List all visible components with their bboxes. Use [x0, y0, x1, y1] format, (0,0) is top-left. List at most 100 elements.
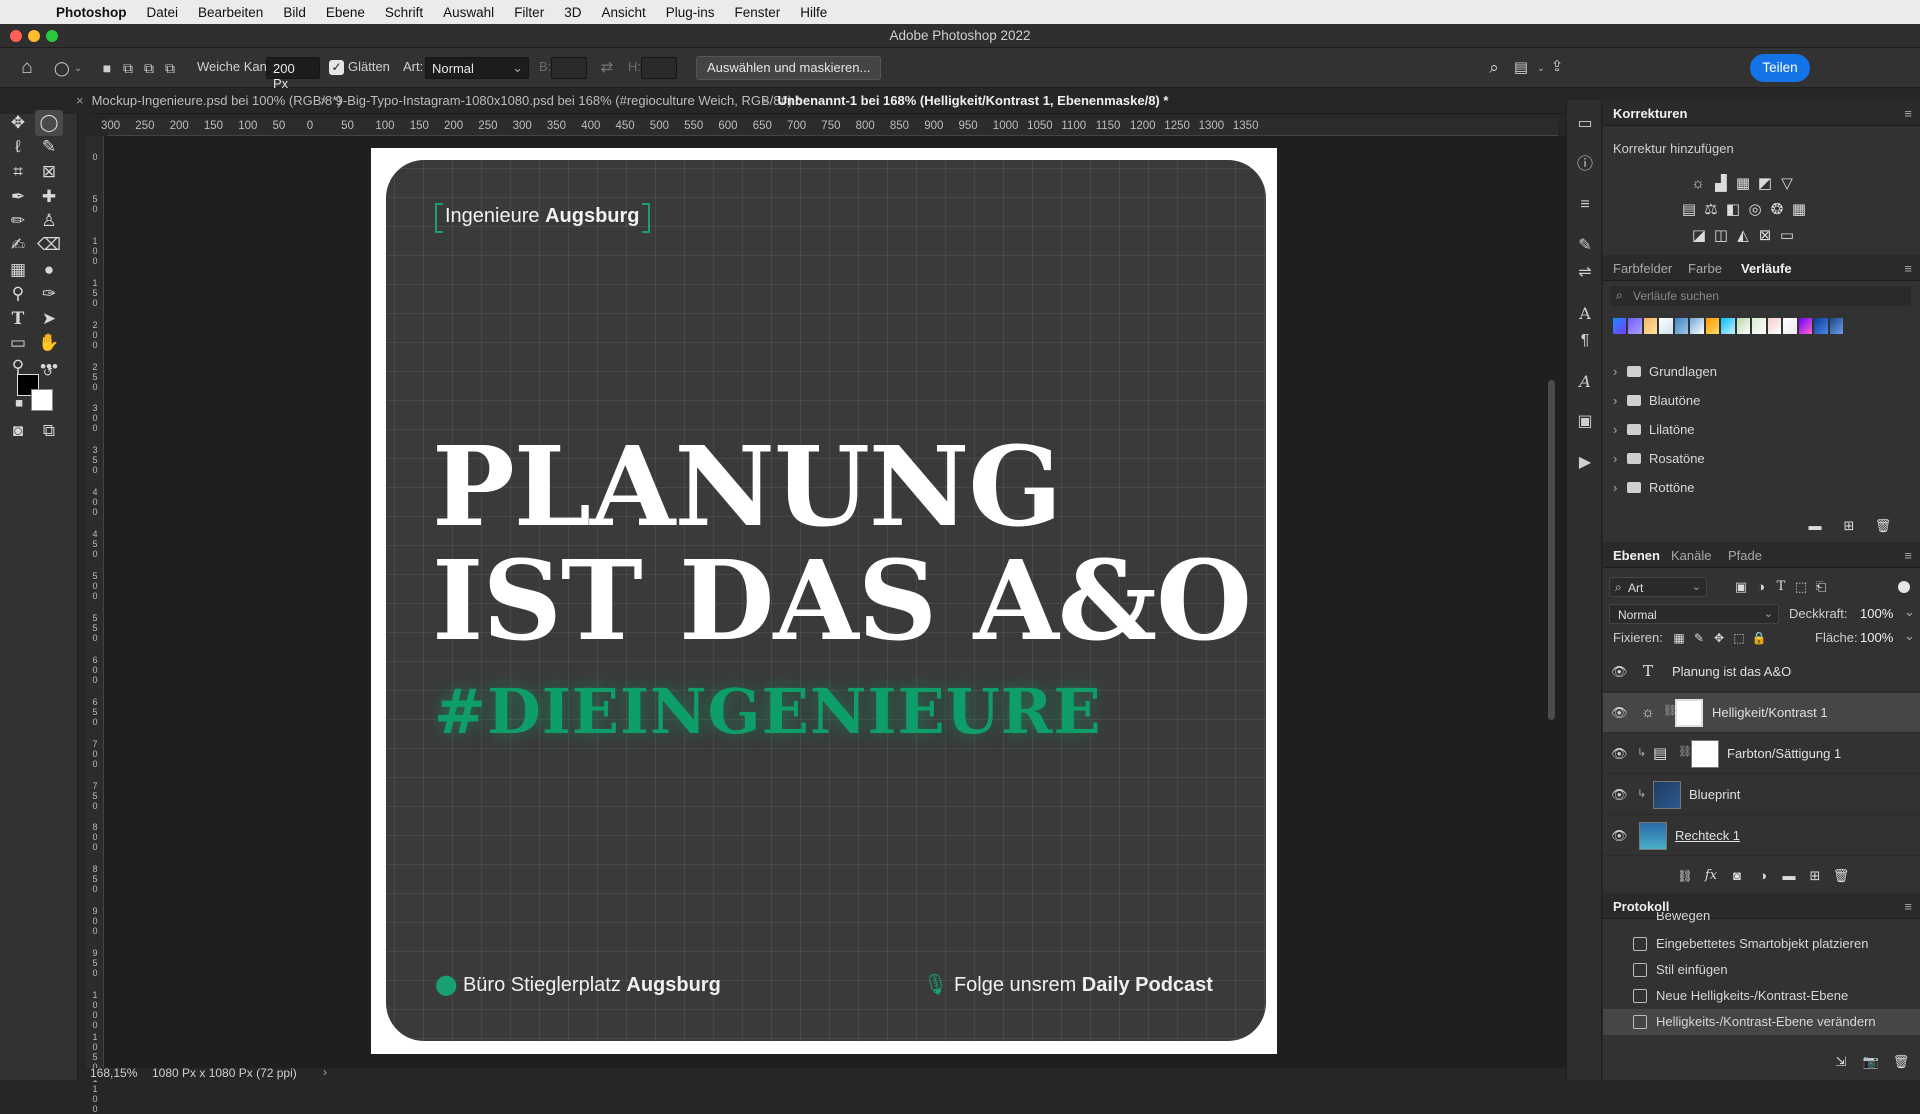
gradient-search-input[interactable]: ⌕ Verläufe suchen	[1611, 286, 1911, 306]
corrections-title[interactable]: Korrekturen	[1613, 106, 1687, 121]
layer-filter-select[interactable]: ⌕ Art ⌄	[1609, 577, 1707, 597]
menu-ebene[interactable]: Ebene	[316, 5, 375, 20]
delete-state-icon[interactable]: 🗑	[1891, 1052, 1911, 1072]
visibility-eye-icon[interactable]: 👁	[1611, 746, 1628, 762]
channel-mixer-icon[interactable]: ❂	[1767, 200, 1787, 220]
pen-tool-icon[interactable]: ✑	[35, 281, 63, 307]
menu-auswahl[interactable]: Auswahl	[433, 5, 504, 20]
curves-icon[interactable]: ▦	[1733, 174, 1753, 194]
invert-icon[interactable]: ◪	[1689, 226, 1709, 246]
comments-icon[interactable]: ▭	[1573, 112, 1597, 136]
fill-value[interactable]: 100%	[1860, 630, 1893, 645]
close-icon[interactable]: ×	[762, 93, 770, 108]
gradient-map-icon[interactable]: ▭	[1777, 226, 1797, 246]
visibility-eye-icon[interactable]: 👁	[1611, 705, 1628, 721]
opacity-value[interactable]: 100%	[1860, 606, 1893, 621]
libraries-icon[interactable]: ▣	[1573, 410, 1597, 434]
gradient-folder-rosatoene[interactable]: › Rosatöne	[1603, 445, 1920, 473]
exposure-icon[interactable]: ◩	[1755, 174, 1775, 194]
photo-filter-icon[interactable]: ◎	[1745, 200, 1765, 220]
search-icon[interactable]: ⌕	[1484, 58, 1504, 78]
frame-tool-icon[interactable]: ⊠	[35, 159, 63, 185]
gradient-folder-blautoene[interactable]: › Blautöne	[1603, 387, 1920, 415]
posterize-icon[interactable]: ◫	[1711, 226, 1731, 246]
zoom-level[interactable]: 168,15%	[90, 1066, 137, 1080]
vibrance-icon[interactable]: ▽	[1777, 174, 1797, 194]
workspace-icon[interactable]: ▤	[1511, 58, 1531, 78]
paragraph-icon[interactable]: ¶	[1573, 329, 1597, 353]
filter-pixel-icon[interactable]: ▣	[1731, 577, 1751, 597]
vertical-ruler[interactable]: 0 50 100 150 200 250 300 350 400 450 500 550 600 650 7…	[86, 136, 104, 1114]
horizontal-ruler[interactable]: 300 250 200 150 100 50 0 50 100 150 200 250 300 350 40…	[101, 118, 1558, 136]
levels-icon[interactable]: ▟	[1711, 174, 1731, 194]
shape-layer-thumbnail[interactable]	[1639, 822, 1667, 850]
style-select[interactable]: Normal ⌄	[425, 57, 529, 79]
black-white-icon[interactable]: ◧	[1723, 200, 1743, 220]
panel-menu-icon[interactable]: ≡	[1904, 106, 1912, 121]
history-item[interactable]: Bewegen	[1603, 912, 1920, 928]
new-adjustment-layer-icon[interactable]: ◑	[1753, 866, 1773, 886]
tab-ebenen[interactable]: Ebenen	[1613, 548, 1660, 563]
tab-mockup-ingenieure[interactable]: × Mockup-Ingenieure.psd bei 100% (RGB/8*)	[76, 88, 342, 114]
layer-row-rechteck[interactable]: 👁 Rechteck 1	[1603, 816, 1920, 856]
gradient-preset[interactable]	[1628, 318, 1642, 334]
background-color-swatch[interactable]	[31, 389, 53, 411]
menu-hilfe[interactable]: Hilfe	[790, 5, 837, 20]
path-selection-tool-icon[interactable]: ➤	[35, 306, 63, 332]
home-icon[interactable]: ⌂	[16, 58, 38, 78]
swap-colors-icon[interactable]: ↺	[40, 364, 56, 380]
adjustments-icon[interactable]: ⇌	[1573, 261, 1597, 285]
filter-type-icon[interactable]: T	[1771, 577, 1791, 597]
share-export-icon[interactable]: ⇪	[1548, 57, 1566, 77]
height-input[interactable]	[641, 57, 677, 79]
glyphs-icon[interactable]: A	[1573, 370, 1597, 394]
crop-tool-icon[interactable]: ⌗	[4, 159, 32, 185]
quick-selection-tool-icon[interactable]: ✎	[35, 134, 63, 160]
gradient-tool-icon[interactable]: ▦	[4, 257, 32, 283]
layer-row-planung[interactable]: 👁 T Planung ist das A&O	[1603, 652, 1920, 692]
share-button[interactable]: Teilen	[1750, 54, 1810, 82]
gradient-preset[interactable]	[1613, 318, 1627, 334]
menu-3d[interactable]: 3D	[554, 5, 591, 20]
character-icon[interactable]: A	[1573, 302, 1597, 326]
gradient-preset[interactable]	[1783, 318, 1797, 334]
tab-farbe[interactable]: Farbe	[1688, 261, 1722, 276]
history-item[interactable]: Stil einfügen	[1603, 957, 1920, 983]
tab-farbfelder[interactable]: Farbfelder	[1613, 261, 1672, 276]
blend-mode-select[interactable]: Normal ⌄	[1609, 604, 1779, 624]
gradient-folder-lilatoene[interactable]: › Lilatöne	[1603, 416, 1920, 444]
menu-bearbeiten[interactable]: Bearbeiten	[188, 5, 273, 20]
layer-mask-thumbnail[interactable]	[1675, 699, 1703, 727]
hue-saturation-icon[interactable]: ▤	[1679, 200, 1699, 220]
menu-plugins[interactable]: Plug-ins	[656, 5, 725, 20]
tab-unbenannt-1[interactable]: × Unbenannt-1 bei 168% (Helligkeit/Kontra…	[762, 88, 1168, 114]
actions-play-icon[interactable]: ▶	[1573, 451, 1597, 475]
history-item[interactable]: Eingebettetes Smartobjekt platzieren	[1603, 931, 1920, 957]
chevron-down-icon[interactable]: ⌄	[72, 59, 84, 79]
add-selection-icon[interactable]: ⧉	[120, 58, 136, 78]
filter-smartobject-icon[interactable]: ⎗	[1811, 577, 1831, 597]
layer-row-farbton-saettigung[interactable]: 👁 ↳ ▤ ⛓ Farbton/Sättigung 1	[1603, 734, 1920, 774]
gradient-preset[interactable]	[1814, 318, 1828, 334]
panel-menu-icon[interactable]: ≡	[1904, 261, 1912, 276]
visibility-eye-icon[interactable]: 👁	[1611, 664, 1628, 680]
eraser-tool-icon[interactable]: ⌫	[35, 232, 63, 258]
trash-icon[interactable]: 🗑	[1873, 516, 1893, 536]
chevron-down-icon[interactable]: ⌄	[1904, 628, 1915, 644]
visibility-eye-icon[interactable]: 👁	[1611, 828, 1628, 844]
panel-menu-icon[interactable]: ≡	[1904, 548, 1912, 563]
close-icon[interactable]: ×	[320, 93, 328, 108]
dodge-tool-icon[interactable]: ⚲	[4, 281, 32, 307]
color-balance-icon[interactable]: ⚖	[1701, 200, 1721, 220]
healing-brush-tool-icon[interactable]: ✚	[35, 184, 63, 210]
new-document-from-state-icon[interactable]: ⇲	[1831, 1052, 1851, 1072]
smart-object-thumbnail[interactable]	[1653, 781, 1681, 809]
gradient-preset[interactable]	[1643, 318, 1658, 334]
brightness-contrast-icon[interactable]: ☼	[1688, 174, 1708, 194]
gradient-preset[interactable]	[1767, 318, 1782, 334]
tab-kanaele[interactable]: Kanäle	[1671, 548, 1711, 563]
brush-settings-icon[interactable]: ✎	[1573, 234, 1597, 258]
lock-transparent-icon[interactable]: ▦	[1669, 628, 1689, 648]
subtract-selection-icon[interactable]: ⧉	[141, 58, 157, 78]
type-tool-icon[interactable]: T	[4, 306, 32, 332]
